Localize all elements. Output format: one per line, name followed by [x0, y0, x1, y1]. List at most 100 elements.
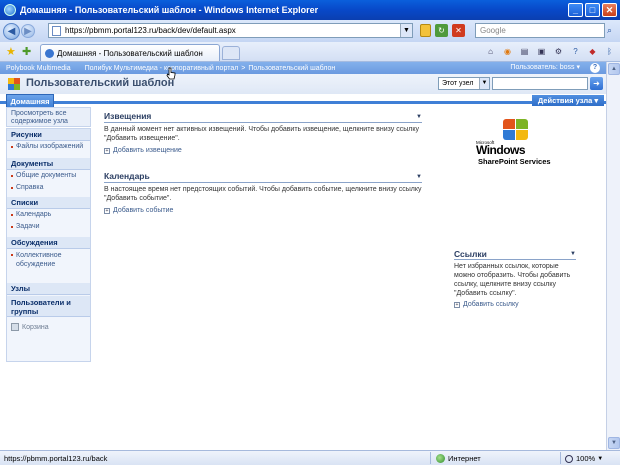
maximize-button[interactable]: □	[585, 3, 600, 17]
add-icon: +	[104, 207, 110, 214]
address-bar[interactable]: https://pbmm.portal123.ru/back/dev/defau…	[48, 23, 413, 38]
window-title-bar: Домашняя - Пользовательский шаблон - Win…	[0, 0, 620, 20]
add-event-link[interactable]: + Добавить событие	[104, 207, 173, 214]
site-actions-menu[interactable]: Действия узла ▾	[532, 95, 604, 106]
ql-heading-discussions[interactable]: Обсуждения	[7, 237, 90, 249]
main-content: Извещения ▼ В данный момент нет активных…	[98, 107, 606, 450]
calendar-title[interactable]: Календарь	[104, 171, 150, 181]
bluetooth-icon[interactable]: ᛒ	[603, 45, 616, 58]
forward-button[interactable]: ▶	[21, 24, 35, 38]
zoom-level: 100%	[576, 454, 596, 463]
bullet-icon	[11, 226, 13, 228]
stop-icon[interactable]: ✕	[452, 24, 465, 37]
status-divider	[430, 452, 431, 464]
status-divider	[560, 452, 561, 464]
search-scope-value: Этот узел	[442, 80, 474, 87]
page-menu-icon[interactable]: ▣	[535, 45, 548, 58]
ql-item-team-discussion[interactable]: Коллективное обсуждение	[11, 251, 87, 269]
search-icon[interactable]: ⌕	[607, 25, 612, 36]
ql-heading-lists[interactable]: Списки	[7, 197, 90, 209]
site-header: Пользовательский шаблон Этот узел ▼ ➜	[0, 74, 606, 94]
add-link-link[interactable]: + Добавить ссылку	[454, 301, 519, 308]
home-site-link[interactable]: Polybook Multimedia	[6, 65, 71, 72]
ie-icon	[4, 4, 16, 16]
lock-icon[interactable]	[420, 24, 431, 37]
ql-item-label: Общие документы	[16, 172, 77, 179]
home-icon[interactable]: ⌂	[484, 45, 497, 58]
status-url: https://pbmm.portal123.ru/back	[4, 454, 108, 463]
wss-logo-windows: Windows	[476, 143, 526, 157]
announcements-menu-icon[interactable]: ▼	[416, 114, 422, 120]
sharepoint-global-bar: Polybook Multimedia Полибук Мультимедиа …	[0, 62, 606, 74]
tab-home[interactable]: Домашняя	[6, 94, 54, 107]
print-icon[interactable]: ▤	[518, 45, 531, 58]
bullet-icon	[11, 175, 13, 177]
search-scope-select[interactable]: Этот узел ▼	[438, 77, 490, 90]
calendar-menu-icon[interactable]: ▼	[416, 174, 422, 180]
links-divider	[454, 259, 576, 260]
scroll-down-icon[interactable]: ▼	[608, 437, 620, 449]
ql-heading-people-groups[interactable]: Пользователи и группы	[7, 296, 90, 317]
announcements-title[interactable]: Извещения	[104, 111, 151, 121]
refresh-icon[interactable]: ↻	[435, 24, 448, 37]
recycle-bin-link[interactable]: Корзина	[11, 323, 49, 331]
view-all-content-link[interactable]: Просмотреть все содержимое узла	[6, 107, 91, 127]
ql-item-label: Файлы изображений	[16, 143, 84, 150]
zoom-control[interactable]: 100% ▼	[565, 454, 603, 463]
breadcrumb-portal-link[interactable]: Полибук Мультимедиа - корпоративный порт…	[85, 65, 239, 72]
ql-item-label: Коллективное обсуждение	[16, 252, 62, 268]
add-favorite-icon[interactable]: ✚	[22, 45, 31, 58]
address-dropdown-icon[interactable]: ▼	[400, 24, 412, 37]
search-input[interactable]: Google	[475, 23, 605, 38]
wss-logo: Microsoft Windows SharePoint Services	[472, 119, 562, 179]
ql-heading-sites[interactable]: Узлы	[7, 283, 90, 295]
address-toolbar: ◀ ▶ https://pbmm.portal123.ru/back/dev/d…	[0, 20, 620, 42]
feeds-icon[interactable]: ◉	[501, 45, 514, 58]
ql-item-shared-docs[interactable]: Общие документы	[11, 172, 76, 179]
zoom-magnifier-icon	[565, 454, 573, 463]
vertical-scrollbar[interactable]: ▲ ▼	[606, 62, 620, 450]
ql-item-tasks[interactable]: Задачи	[11, 223, 40, 230]
chevron-down-icon: ▼	[479, 78, 489, 89]
user-menu[interactable]: Пользователь: boss ▾	[510, 63, 580, 71]
add-event-label: Добавить событие	[113, 207, 174, 214]
hand-cursor-icon	[166, 67, 176, 80]
add-icon: +	[104, 147, 110, 154]
links-title[interactable]: Ссылки	[454, 249, 487, 259]
ql-item-help[interactable]: Справка	[11, 184, 43, 191]
globe-icon	[436, 454, 445, 463]
breadcrumb-separator: >	[241, 64, 246, 72]
links-menu-icon[interactable]: ▼	[570, 251, 576, 257]
ql-heading-pictures[interactable]: Рисунки	[7, 129, 90, 141]
top-nav-bar	[0, 94, 606, 104]
zoom-chevron-down-icon: ▼	[597, 455, 604, 462]
tab-title: Домашняя - Пользовательский шаблон	[57, 48, 203, 58]
close-button[interactable]: ✕	[602, 3, 617, 17]
help-icon[interactable]: ?	[569, 45, 582, 58]
tab-active[interactable]: Домашняя - Пользовательский шаблон	[40, 44, 220, 61]
tools-gear-icon[interactable]: ⚙	[552, 45, 565, 58]
add-announcement-link[interactable]: + Добавить извещение	[104, 147, 182, 154]
ql-item-image-files[interactable]: Файлы изображений	[11, 143, 83, 150]
ql-heading-documents[interactable]: Документы	[7, 158, 90, 170]
search-go-button[interactable]: ➜	[590, 77, 603, 90]
site-title[interactable]: Пользовательский шаблон	[26, 77, 174, 89]
breadcrumb-current: Пользовательский шаблон	[248, 64, 336, 72]
security-zone[interactable]: Интернет	[436, 454, 481, 463]
new-tab-button[interactable]	[222, 46, 240, 60]
sharepoint-help-icon[interactable]: ?	[590, 63, 600, 73]
ql-item-calendar[interactable]: Календарь	[11, 211, 51, 218]
addon-icon[interactable]: ◆	[586, 45, 599, 58]
favorites-star-icon[interactable]: ★	[6, 45, 16, 58]
minimize-button[interactable]: _	[568, 3, 583, 17]
back-button[interactable]: ◀	[3, 22, 20, 40]
tab-favicon-icon	[45, 48, 54, 58]
quick-launch-list: Рисунки Файлы изображений Документы Общи…	[6, 128, 91, 362]
scroll-up-icon[interactable]: ▲	[608, 63, 620, 75]
ql-item-label: Задачи	[16, 223, 40, 230]
add-icon: +	[454, 301, 460, 308]
bullet-icon	[11, 187, 13, 189]
site-search-input[interactable]	[492, 77, 588, 90]
recycle-bin-label: Корзина	[22, 323, 49, 331]
bullet-icon	[11, 254, 13, 256]
